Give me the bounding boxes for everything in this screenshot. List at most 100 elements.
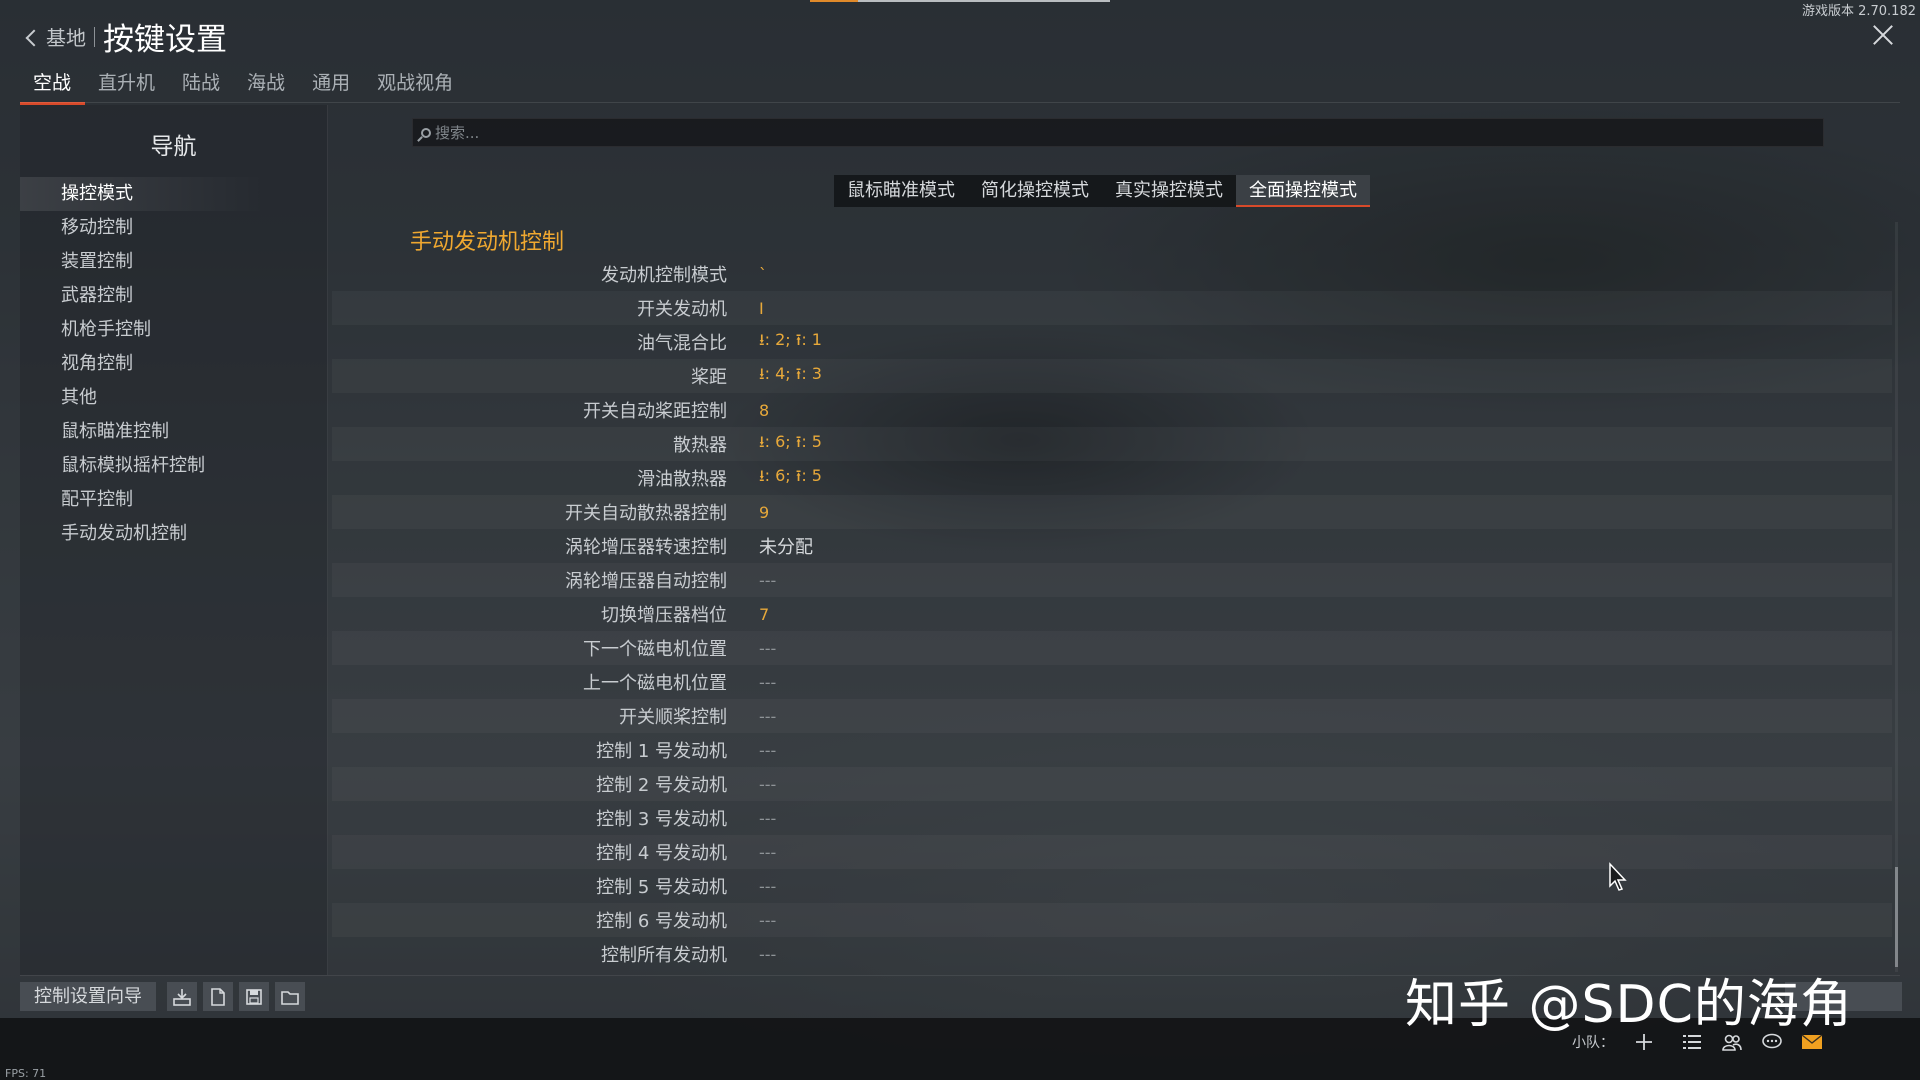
game-version: 游戏版本 2.70.182 (1801, 4, 1916, 19)
keybind-row[interactable]: 控制 4 号发动机 --- (332, 835, 1892, 869)
keybind-label: 桨距 (691, 367, 727, 388)
watermark: 知乎 @SDC的海角 (1405, 975, 1853, 1035)
keybind-value: --- (759, 876, 777, 896)
tab-helicopter[interactable]: 直升机 (85, 62, 169, 105)
keybind-row[interactable]: 开关自动桨距控制 8 (332, 393, 1892, 427)
search-bar[interactable] (412, 118, 1824, 147)
scrollbar-thumb[interactable] (1895, 867, 1898, 967)
keybind-label: 切换增压器档位 (601, 605, 727, 626)
keybind-label: 滑油散热器 (637, 469, 727, 490)
keybind-row[interactable]: 下一个磁电机位置 --- (332, 631, 1892, 665)
keybind-value: --- (759, 638, 777, 658)
keybind-label: 涡轮增压器自动控制 (565, 571, 727, 592)
mode-tab-mouse-aim[interactable]: 鼠标瞄准模式 (834, 175, 968, 207)
tab-spectator[interactable]: 观战视角 (364, 62, 467, 105)
keybind-row[interactable]: 开关顺桨控制 --- (332, 699, 1892, 733)
keybind-value: --- (759, 774, 777, 794)
close-button[interactable] (1870, 22, 1896, 48)
keybind-label: 控制所有发动机 (601, 945, 727, 966)
scrollbar[interactable] (1895, 222, 1898, 972)
chevron-left-icon (25, 29, 43, 46)
keybind-row[interactable]: 发动机控制模式 ` (332, 257, 1892, 291)
keybind-value: 9 (759, 502, 770, 522)
keybind-value: ` (759, 264, 767, 284)
tab-air[interactable]: 空战 (20, 62, 86, 105)
keybind-row[interactable]: 散热器 ⭳: 6; ⭱: 5 (332, 427, 1892, 461)
keybind-label: 控制 6 号发动机 (596, 911, 727, 932)
keybind-row[interactable]: 切换增压器档位 7 (332, 597, 1892, 631)
keybind-value: --- (759, 944, 777, 964)
header: 基地 按键设置 (25, 14, 227, 59)
keybind-row[interactable]: 控制 1 号发动机 --- (332, 733, 1892, 767)
nav-item-engine[interactable]: 手动发动机控制 (20, 517, 327, 551)
keybind-row[interactable]: 涡轮增压器转速控制 未分配 (332, 529, 1892, 563)
save-icon (246, 988, 262, 1005)
back-button[interactable]: 基地 (25, 22, 86, 51)
keybind-row[interactable]: 控制 6 号发动机 --- (332, 903, 1892, 937)
keybind-label: 控制 5 号发动机 (596, 877, 727, 898)
keybind-row[interactable]: 控制 2 号发动机 --- (332, 767, 1892, 801)
search-icon (421, 127, 431, 138)
keybind-label: 开关自动桨距控制 (583, 401, 727, 422)
tabs-divider (20, 102, 1900, 103)
keybind-label: 发动机控制模式 (601, 265, 727, 286)
nav-item-mouse-joystick[interactable]: 鼠标模拟摇杆控制 (20, 449, 327, 483)
save-preset-button[interactable] (239, 982, 269, 1011)
keybind-row[interactable]: 控制 5 号发动机 --- (332, 869, 1892, 903)
import-button[interactable] (167, 982, 197, 1011)
keybind-row[interactable]: 油气混合比 ⭳: 2; ⭱: 1 (332, 325, 1892, 359)
nav-item-movement[interactable]: 移动控制 (20, 211, 327, 245)
keybind-value: 8 (759, 400, 770, 420)
nav-item-trim[interactable]: 配平控制 (20, 483, 327, 517)
nav-item-mouse-aim[interactable]: 鼠标瞄准控制 (20, 415, 327, 449)
keybind-value: 未分配 (759, 537, 813, 558)
keybind-value: --- (759, 706, 777, 726)
navigation-panel: 导航 操控模式 移动控制 装置控制 武器控制 机枪手控制 视角控制 其他 鼠标瞄… (20, 105, 328, 975)
header-divider (94, 26, 95, 47)
keybind-row[interactable]: 涡轮增压器自动控制 --- (332, 563, 1892, 597)
page-title: 按键设置 (103, 22, 227, 58)
keybind-label: 油气混合比 (637, 333, 727, 354)
nav-item-devices[interactable]: 装置控制 (20, 245, 327, 279)
loading-progress-bar (810, 0, 1110, 2)
mode-tab-full[interactable]: 全面操控模式 (1236, 175, 1370, 207)
nav-item-weapons[interactable]: 武器控制 (20, 279, 327, 313)
nav-item-view[interactable]: 视角控制 (20, 347, 327, 381)
mouse-cursor-icon (1609, 862, 1627, 891)
nav-item-other[interactable]: 其他 (20, 381, 327, 415)
keybind-value: --- (759, 570, 777, 590)
mode-tab-realistic[interactable]: 真实操控模式 (1102, 175, 1236, 207)
keybind-value: --- (759, 910, 777, 930)
tab-common[interactable]: 通用 (299, 62, 364, 105)
keybind-row[interactable]: 桨距 ⭳: 4; ⭱: 3 (332, 359, 1892, 393)
controls-wizard-button[interactable]: 控制设置向导 (20, 982, 156, 1011)
keybind-value: I (759, 298, 764, 318)
keybind-label: 下一个磁电机位置 (583, 639, 727, 660)
fps-counter: FPS: 71 (5, 1067, 47, 1080)
keybind-row[interactable]: 开关自动散热器控制 9 (332, 495, 1892, 529)
back-label: 基地 (46, 26, 86, 50)
keybind-value: --- (759, 808, 777, 828)
mode-tab-simplified[interactable]: 简化操控模式 (968, 175, 1102, 207)
folder-icon (281, 990, 299, 1005)
keybind-row[interactable]: 控制 3 号发动机 --- (332, 801, 1892, 835)
nav-title: 导航 (150, 134, 197, 160)
keybind-value: ⭳: 6; ⭱: 5 (759, 431, 822, 451)
keybind-label: 上一个磁电机位置 (583, 673, 727, 694)
keybind-label: 控制 4 号发动机 (596, 843, 727, 864)
open-preset-button[interactable] (275, 982, 305, 1011)
keybind-row[interactable]: 上一个磁电机位置 --- (332, 665, 1892, 699)
keybind-value: ⭳: 2; ⭱: 1 (759, 329, 822, 349)
keybind-value: ⭳: 6; ⭱: 5 (759, 465, 822, 485)
tab-ground[interactable]: 陆战 (169, 62, 234, 105)
new-preset-button[interactable] (203, 982, 233, 1011)
keybind-row[interactable]: 滑油散热器 ⭳: 6; ⭱: 5 (332, 461, 1892, 495)
tab-naval[interactable]: 海战 (234, 62, 299, 105)
keybind-label: 涡轮增压器转速控制 (565, 537, 727, 558)
control-mode-tabs: 鼠标瞄准模式 简化操控模式 真实操控模式 全面操控模式 (834, 175, 1370, 207)
nav-item-gunner[interactable]: 机枪手控制 (20, 313, 327, 347)
category-tabs: 空战 直升机 陆战 海战 通用 观战视角 (20, 62, 467, 105)
keybind-row[interactable]: 开关发动机 I (332, 291, 1892, 325)
nav-item-control-mode[interactable]: 操控模式 (20, 177, 327, 211)
search-input[interactable] (435, 123, 1735, 142)
